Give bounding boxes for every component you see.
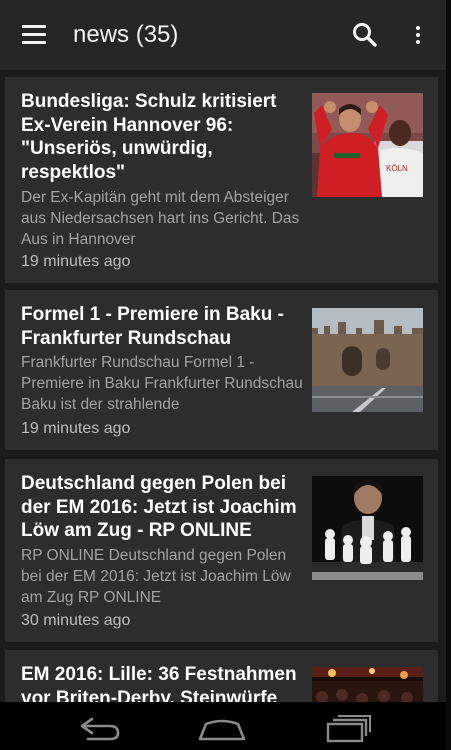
hamburger-menu-icon[interactable] — [14, 17, 54, 53]
article-time: 19 minutes ago — [21, 420, 131, 437]
back-icon[interactable] — [68, 708, 128, 744]
screen-edge — [446, 0, 451, 750]
article-snippet: Der Ex-Kapitän geht mit dem Absteiger au… — [21, 189, 300, 248]
home-icon[interactable] — [192, 708, 252, 744]
crowd-night-photo — [312, 667, 423, 702]
baku-old-city-wall-photo — [312, 308, 423, 412]
chess-pieces-photo — [312, 476, 423, 580]
article-time: 30 minutes ago — [21, 612, 131, 629]
system-navigation-bar — [0, 702, 451, 750]
page-title: news (35) — [73, 21, 179, 48]
more-vertical-icon[interactable] — [400, 17, 436, 53]
article-title: Formel 1 - Premiere in Baku - Frankfurte… — [21, 304, 284, 349]
article-time: 19 minutes ago — [21, 253, 131, 270]
article-card[interactable]: EM 2016: Lille: 36 Festnahmen vor Briten… — [5, 650, 438, 702]
article-card[interactable]: Deutschland gegen Polen bei der EM 2016:… — [5, 459, 438, 642]
news-feed[interactable]: Bundesliga: Schulz kritisiert Ex-Verein … — [0, 70, 451, 702]
article-title: Bundesliga: Schulz kritisiert Ex-Verein … — [21, 91, 277, 183]
app-bar: news (35) — [0, 0, 451, 70]
article-snippet: RP ONLINE Deutschland gegen Polen bei de… — [21, 547, 291, 606]
football-player-photo: KÖLN — [312, 93, 423, 197]
article-title: Deutschland gegen Polen bei der EM 2016:… — [21, 473, 297, 541]
article-card[interactable]: Formel 1 - Premiere in Baku - Frankfurte… — [5, 290, 438, 450]
article-title: EM 2016: Lille: 36 Festnahmen vor Briten… — [21, 664, 297, 702]
search-icon[interactable] — [347, 17, 383, 53]
recent-apps-icon[interactable] — [316, 708, 376, 744]
svg-text:KÖLN: KÖLN — [386, 164, 408, 173]
article-snippet: Frankfurter Rundschau Formel 1 - Premier… — [21, 354, 303, 413]
article-card[interactable]: Bundesliga: Schulz kritisiert Ex-Verein … — [5, 77, 438, 283]
